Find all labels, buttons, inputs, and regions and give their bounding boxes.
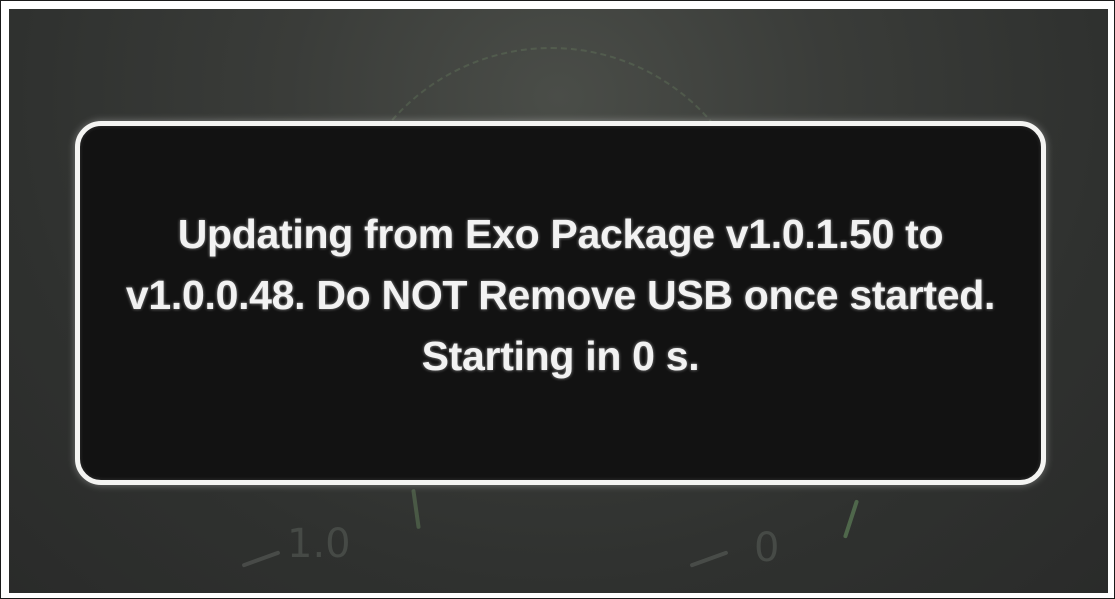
gauge-tick-left xyxy=(411,488,421,530)
gauge-dash-right xyxy=(689,550,729,568)
gauge-label-right: 0 xyxy=(754,525,780,571)
gauge-tick-right xyxy=(842,499,860,539)
device-screen: 1.0 0 Updating from Exo Package v1.0.1.5… xyxy=(9,9,1108,593)
gauge-dash-left xyxy=(241,550,281,568)
screenshot-frame: 1.0 0 Updating from Exo Package v1.0.1.5… xyxy=(0,0,1115,599)
update-message: Updating from Exo Package v1.0.1.50 to v… xyxy=(125,210,996,379)
update-dialog: Updating from Exo Package v1.0.1.50 to v… xyxy=(75,121,1046,485)
gauge-label-left: 1.0 xyxy=(287,521,351,567)
